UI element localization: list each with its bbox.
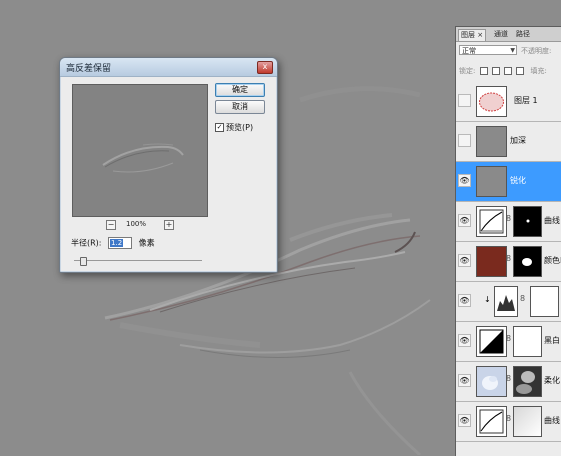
ok-button[interactable]: 确定 (215, 83, 265, 97)
link-icon[interactable]: 8 (506, 414, 511, 423)
zoom-out-button[interactable]: − (106, 220, 116, 230)
slider-thumb[interactable] (80, 257, 87, 266)
layer-row[interactable]: 👁 ↓ 8 (456, 282, 561, 322)
close-button[interactable]: x (257, 61, 273, 74)
layer-name[interactable]: 黑白 (544, 335, 560, 346)
layer-mask-thumbnail[interactable] (513, 406, 542, 437)
slider-track (74, 260, 202, 261)
radius-input[interactable]: 1.2 (108, 237, 133, 249)
dialog-title: 高反差保留 (66, 64, 112, 74)
eye-icon[interactable]: 👁 (458, 414, 471, 427)
layer-mask-thumbnail[interactable] (513, 366, 542, 397)
zoom-in-button[interactable]: + (164, 220, 174, 230)
tab-paths[interactable]: 路径 (514, 29, 532, 40)
eye-icon[interactable]: 👁 (458, 334, 471, 347)
layer-row-selected[interactable]: 👁 锐化 (456, 162, 561, 202)
layer-row[interactable]: 👁 8 黑白 (456, 322, 561, 362)
layers-panel: 图层 × 通道 路径 正常 ▼ 不透明度: 锁定: 填充: 图层 1 加深 👁 … (455, 26, 561, 456)
layer-name[interactable]: 锐化 (510, 175, 526, 186)
radius-label: 半径(R): (71, 238, 102, 248)
cancel-button[interactable]: 取消 (215, 100, 265, 114)
layer-mask-thumbnail[interactable] (530, 286, 559, 317)
preview-checkbox-row[interactable]: ✓ 预览(P) (215, 122, 253, 133)
lock-pixels-icon[interactable] (491, 67, 500, 75)
radius-value: 1.2 (110, 239, 124, 247)
opacity-label: 不透明度: (521, 47, 552, 55)
visibility-toggle[interactable] (458, 134, 471, 147)
layer-thumbnail (476, 166, 507, 197)
tab-close-icon[interactable]: × (477, 31, 483, 39)
dialog-titlebar[interactable]: 高反差保留 x (60, 58, 277, 77)
layer-mask-thumbnail[interactable] (513, 326, 542, 357)
layer-row[interactable]: 👁 8 颜色I (456, 242, 561, 282)
zoom-level: 100% (126, 220, 147, 228)
preview-image (102, 143, 184, 173)
filter-preview[interactable] (72, 84, 208, 217)
layer-row[interactable]: 👁 8 柔化 (456, 362, 561, 402)
lock-row: 锁定: 填充: (459, 66, 561, 78)
layer-row[interactable]: 图层 1 (456, 82, 561, 122)
photo-thumbnail (476, 366, 507, 397)
layer-name[interactable]: 柔化 (544, 375, 560, 386)
layer-name[interactable]: 颜色I (544, 255, 561, 266)
layer-name[interactable]: 曲线 (544, 415, 560, 426)
lock-all-icon[interactable] (516, 67, 525, 75)
layer-mask-thumbnail[interactable] (513, 206, 542, 237)
red-oval-icon (479, 92, 504, 112)
black-white-adjustment-icon (476, 326, 507, 357)
eye-icon[interactable]: 👁 (458, 374, 471, 387)
blend-row: 正常 ▼ 不透明度: (459, 45, 559, 56)
layer-name[interactable]: 图层 1 (514, 95, 538, 106)
layer-thumbnail (476, 86, 507, 117)
layer-row[interactable]: 加深 (456, 122, 561, 162)
fill-label: 填充: (530, 67, 547, 75)
curves-adjustment-icon (476, 206, 507, 237)
layer-row[interactable]: 👁 8 曲线 (456, 402, 561, 442)
curves-adjustment-icon (476, 406, 507, 437)
link-icon[interactable]: 8 (506, 374, 511, 383)
visibility-toggle[interactable] (458, 94, 471, 107)
link-icon[interactable]: 8 (506, 334, 511, 343)
radius-row: 半径(R): 1.2 像素 (71, 237, 155, 249)
levels-adjustment-icon (494, 286, 518, 317)
link-icon[interactable]: 8 (520, 294, 525, 303)
tab-channels[interactable]: 通道 (492, 29, 510, 40)
eye-icon[interactable]: 👁 (458, 214, 471, 227)
lock-transparency-icon[interactable] (479, 67, 488, 75)
preview-checkbox[interactable]: ✓ (215, 123, 224, 132)
link-icon[interactable]: 8 (506, 254, 511, 263)
eye-icon[interactable]: 👁 (458, 174, 471, 187)
blend-mode-select[interactable]: 正常 ▼ (459, 45, 517, 55)
eye-icon[interactable]: 👁 (458, 294, 471, 307)
lock-position-icon[interactable] (504, 67, 513, 75)
radius-slider[interactable] (74, 257, 202, 266)
chevron-down-icon: ▼ (510, 47, 515, 54)
color-fill-thumbnail (476, 246, 507, 277)
blend-mode-value: 正常 (462, 47, 476, 55)
layer-thumbnail (476, 126, 507, 157)
clip-arrow-icon: ↓ (484, 295, 491, 304)
high-pass-dialog: 高反差保留 x − 100% + 确定 取消 ✓ 预览(P) 半径(R): 1.2… (59, 57, 278, 273)
panel-tabs: 图层 × 通道 路径 (456, 27, 561, 42)
preview-checkbox-label: 预览(P) (226, 123, 254, 132)
radius-unit: 像素 (138, 238, 155, 248)
layer-mask-thumbnail[interactable] (513, 246, 542, 277)
layer-row[interactable]: 👁 8 曲线 (456, 202, 561, 242)
tab-layers[interactable]: 图层 × (458, 29, 487, 41)
layer-name[interactable]: 加深 (510, 135, 526, 146)
zoom-bar: − 100% + (72, 220, 206, 232)
eye-icon[interactable]: 👁 (458, 254, 471, 267)
lock-label: 锁定: (459, 67, 476, 75)
link-icon[interactable]: 8 (506, 214, 511, 223)
layer-name[interactable]: 曲线 (544, 215, 560, 226)
